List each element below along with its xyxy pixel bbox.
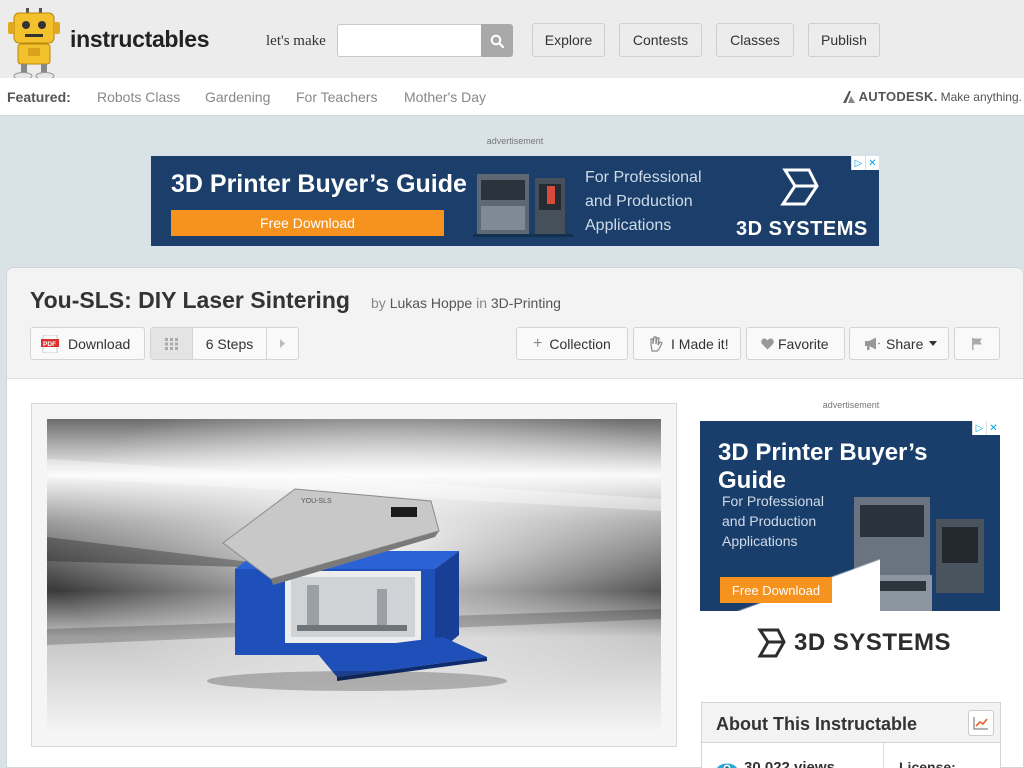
made-it-label: I Made it! — [671, 335, 729, 352]
nav-publish-button[interactable]: Publish — [808, 23, 880, 57]
side-ad-3d-systems-logo-icon — [757, 628, 786, 658]
featured-bar: Featured: Robots Class Gardening For Tea… — [0, 78, 1024, 116]
featured-link-mothers-day[interactable]: Mother's Day — [404, 89, 486, 105]
about-panel: About This Instructable 30,022 views Lic… — [701, 702, 1001, 768]
side-ad-copy-line: and Production — [722, 513, 817, 529]
side-ad-choices[interactable]: ▷ ✕ — [972, 421, 1000, 435]
featured-link-gardening[interactable]: Gardening — [205, 89, 270, 105]
byline: by Lukas Hoppe in 3D-Printing — [371, 295, 561, 311]
megaphone-icon — [865, 337, 880, 350]
search-icon — [490, 34, 504, 48]
steps-count-button[interactable]: 6 Steps — [193, 328, 267, 359]
ad-close-icon[interactable]: ✕ — [986, 421, 1000, 435]
adchoices-icon[interactable]: ▷ — [851, 156, 865, 170]
ad-free-download-button[interactable]: Free Download — [171, 210, 444, 236]
autodesk-slogan: Make anything. — [940, 89, 1022, 104]
chevron-right-icon — [280, 339, 285, 348]
nav-contests-button[interactable]: Contests — [619, 23, 702, 57]
eye-icon — [717, 763, 737, 768]
side-ad-copy: For Professional and Production Applicat… — [722, 491, 824, 551]
featured-label: Featured: — [7, 89, 71, 105]
featured-link-for-teachers[interactable]: For Teachers — [296, 89, 377, 105]
autodesk-logo-icon — [842, 90, 855, 103]
grid-icon — [164, 337, 178, 350]
download-label: Download — [68, 335, 131, 352]
step-grid-button[interactable] — [151, 328, 193, 359]
nav-explore-button[interactable]: Explore — [532, 23, 605, 57]
ad-close-icon[interactable]: ✕ — [865, 156, 879, 170]
advertisement-label: advertisement — [822, 400, 880, 410]
ad-brand: 3D SYSTEMS — [736, 218, 868, 240]
caret-down-icon — [929, 341, 938, 346]
ad-copy-line: and Production — [585, 193, 693, 210]
ad-copy: For Professional and Production Applicat… — [585, 166, 702, 238]
hero-image[interactable]: YOU-SLS — [47, 419, 661, 731]
add-to-collection-button[interactable]: + Collection — [516, 327, 628, 360]
views-count: 30,022 views — [716, 759, 835, 768]
hero-printer-label: YOU-SLS — [301, 498, 332, 505]
byline-in: in — [476, 295, 487, 311]
line-chart-icon — [973, 717, 988, 730]
about-title: About This Instructable — [716, 714, 918, 734]
collection-label: Collection — [549, 335, 611, 352]
views-label: 30,022 views — [744, 759, 835, 768]
download-button[interactable]: PDF Download — [30, 327, 145, 360]
adchoices-icon[interactable]: ▷ — [972, 421, 986, 435]
featured-link-robots-class[interactable]: Robots Class — [97, 89, 180, 105]
search-button[interactable] — [481, 24, 513, 57]
side-ad-brand: 3D SYSTEMS — [794, 629, 952, 656]
ad-copy-line: Applications — [585, 217, 672, 234]
about-header: About This Instructable — [702, 703, 1000, 743]
ad-copy-line: For Professional — [585, 169, 702, 186]
svg-text:PDF: PDF — [43, 341, 56, 348]
hand-icon — [650, 335, 663, 352]
site-logo-text[interactable]: instructables — [70, 26, 210, 53]
share-button[interactable]: Share — [849, 327, 949, 360]
autodesk-brand: AUTODESK. — [858, 89, 938, 104]
about-divider — [883, 743, 884, 768]
instructable-card: You-SLS: DIY Laser Sintering by Lukas Ho… — [6, 267, 1024, 768]
flag-button[interactable] — [954, 327, 1000, 360]
author-link[interactable]: Lukas Hoppe — [390, 295, 473, 311]
3d-systems-logo-icon — [780, 168, 819, 206]
page-title: You-SLS: DIY Laser Sintering — [30, 287, 350, 313]
pdf-icon: PDF — [41, 334, 59, 353]
instructables-robot-logo[interactable] — [6, 8, 62, 80]
ad-choices[interactable]: ▷ ✕ — [851, 156, 879, 170]
search-tagline: let's make — [266, 33, 326, 49]
side-ad-free-download-button[interactable]: Free Download — [720, 577, 832, 603]
autodesk-sponsor-link[interactable]: AUTODESK. Make anything. — [842, 89, 1022, 104]
ad-title: 3D Printer Buyer’s Guide — [171, 170, 467, 198]
plus-icon: + — [533, 334, 543, 352]
share-label: Share — [886, 335, 924, 352]
stats-button[interactable] — [968, 710, 994, 736]
heart-icon — [761, 338, 774, 349]
search-input[interactable] — [337, 24, 481, 57]
nav-classes-button[interactable]: Classes — [716, 23, 794, 57]
side-ad-copy-line: For Professional — [722, 493, 824, 509]
byline-by: by — [371, 295, 386, 311]
next-step-button[interactable] — [267, 328, 298, 359]
category-link[interactable]: 3D-Printing — [491, 295, 561, 311]
side-ad-banner[interactable]: 3D Printer Buyer’s Guide For Professiona… — [700, 421, 1000, 671]
i-made-it-button[interactable]: I Made it! — [633, 327, 741, 360]
favorite-button[interactable]: Favorite — [746, 327, 845, 360]
favorite-label: Favorite — [778, 335, 829, 352]
top-ad-banner[interactable]: 3D Printer Buyer’s Guide Free Download F… — [151, 156, 879, 246]
steps-navigator: 6 Steps — [150, 327, 299, 360]
site-header: instructables let's make Explore Contest… — [0, 0, 1024, 80]
hero-image-frame: YOU-SLS — [31, 403, 677, 747]
side-ad-copy-line: Applications — [722, 533, 798, 549]
instructable-header: You-SLS: DIY Laser Sintering by Lukas Ho… — [7, 268, 1023, 379]
flag-icon — [972, 338, 982, 350]
advertisement-label: advertisement — [486, 136, 544, 146]
license-label: License: — [899, 759, 956, 768]
ad-printer-image — [473, 174, 573, 237]
